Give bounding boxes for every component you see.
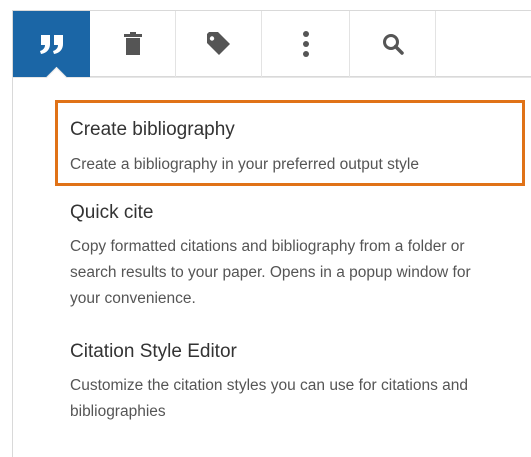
tag-button[interactable]: [176, 11, 262, 77]
delete-button[interactable]: [90, 11, 176, 77]
toolbar: [12, 10, 531, 77]
quote-icon: [39, 35, 63, 54]
menu-item-description: Create a bibliography in your preferred …: [70, 156, 419, 173]
menu-item-description: Copy formatted citations and bibliograph…: [70, 238, 471, 307]
menu-item-create-bibliography[interactable]: Create bibliography Create a bibliograph…: [70, 118, 510, 178]
menu-item-citation-style-editor[interactable]: Citation Style Editor Customize the cita…: [70, 340, 530, 425]
tag-icon: [206, 32, 230, 55]
cite-button[interactable]: [13, 11, 90, 77]
menu-item-title: Create bibliography: [70, 119, 235, 140]
trash-icon: [123, 32, 142, 55]
menu-item-title: Quick cite: [70, 202, 154, 223]
more-vertical-icon: [302, 31, 309, 57]
menu-item-description: Customize the citation styles you can us…: [70, 377, 469, 420]
search-button[interactable]: [350, 11, 436, 77]
menu-item-title: Citation Style Editor: [70, 341, 237, 362]
more-button[interactable]: [262, 11, 350, 77]
menu-item-quick-cite[interactable]: Quick cite Copy formatted citations and …: [70, 201, 500, 312]
search-icon: [382, 34, 404, 55]
